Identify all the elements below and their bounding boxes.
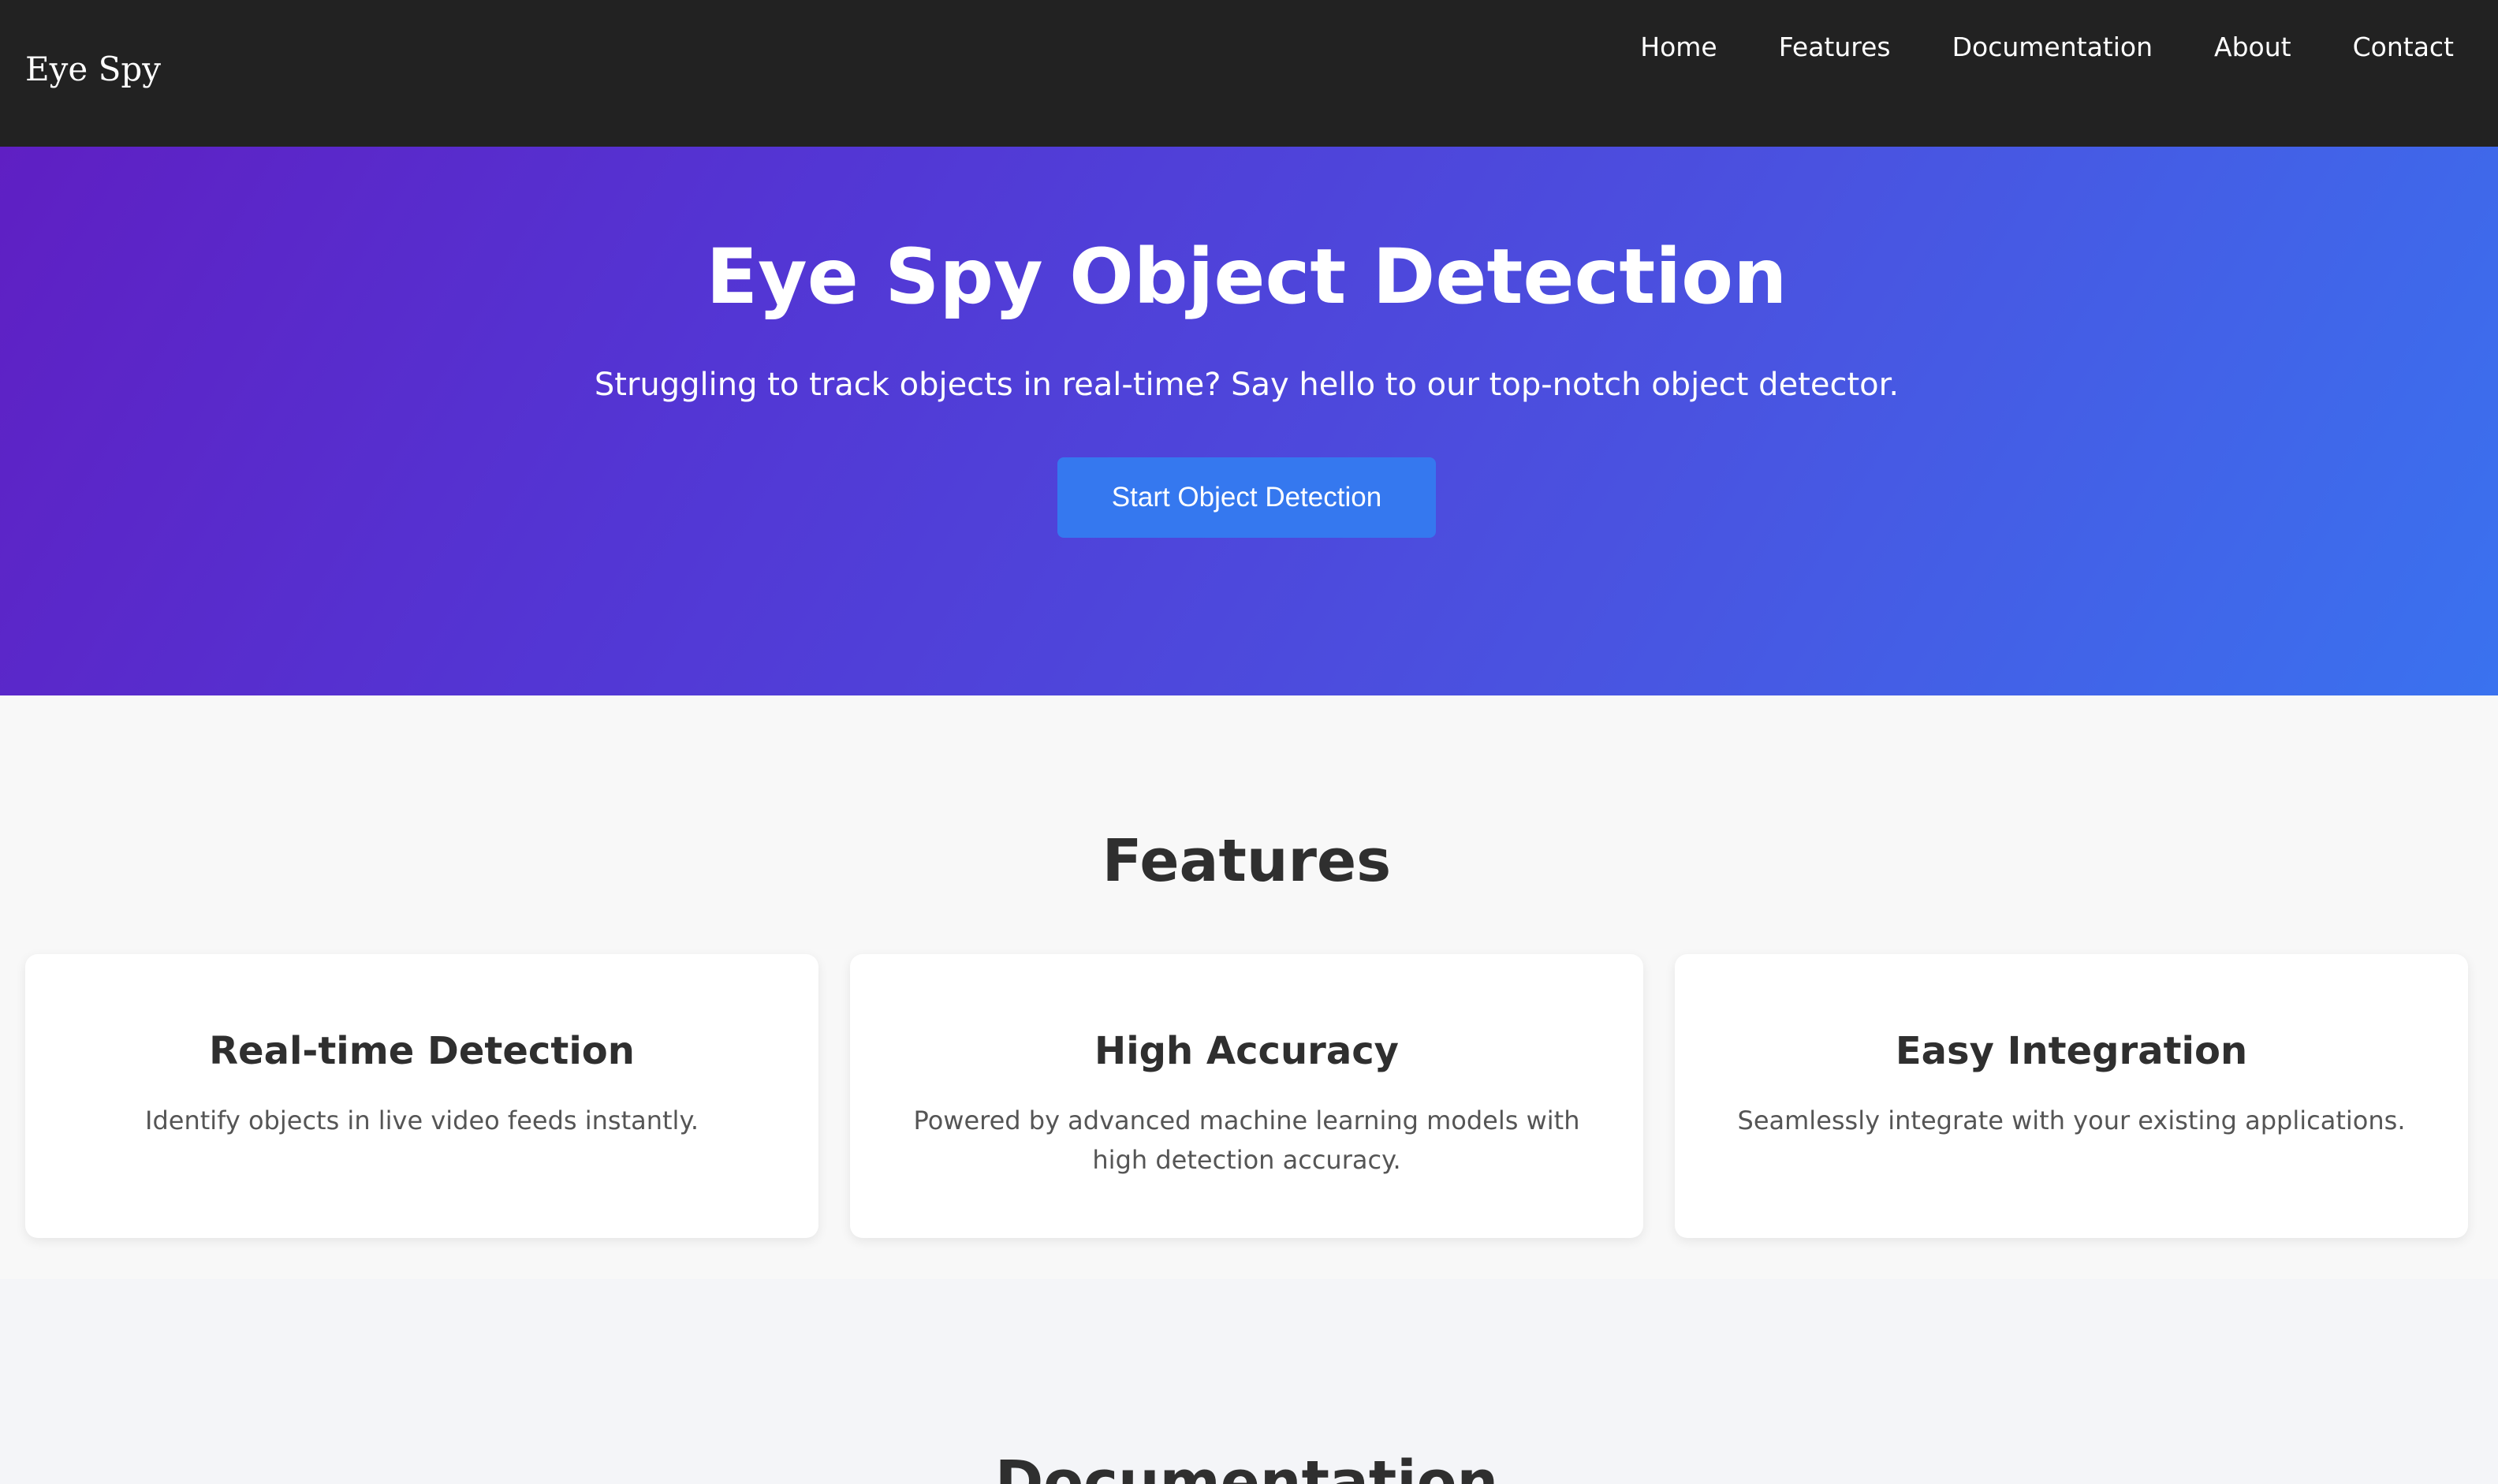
feature-card-realtime: Real-time Detection Identify objects in … — [25, 954, 818, 1238]
hero-title: Eye Spy Object Detection — [706, 233, 1788, 321]
nav-link-contact[interactable]: Contact — [2353, 25, 2454, 69]
feature-card-title: Real-time Detection — [209, 1029, 635, 1073]
nav-link-home[interactable]: Home — [1640, 25, 1717, 69]
nav-link-features[interactable]: Features — [1779, 25, 1891, 69]
feature-card-description: Identify objects in live video feeds ins… — [145, 1106, 699, 1135]
features-heading: Features — [1102, 827, 1392, 895]
start-detection-button[interactable]: Start Object Detection — [1057, 457, 1436, 538]
hero-section: Eye Spy Object Detection Struggling to t… — [0, 147, 2498, 695]
documentation-heading: Documentation — [994, 1449, 1499, 1484]
brand-logo[interactable]: Eye Spy — [25, 46, 161, 93]
hero-subtitle: Struggling to track objects in real-time… — [594, 367, 1900, 403]
nav-link-about[interactable]: About — [2214, 25, 2291, 69]
feature-card-title: High Accuracy — [1094, 1029, 1399, 1073]
nav-link-documentation[interactable]: Documentation — [1952, 25, 2153, 69]
documentation-section: Documentation — [0, 1279, 2498, 1484]
feature-card-accuracy: High Accuracy Powered by advanced machin… — [850, 954, 1643, 1238]
nav-links: Home Features Documentation About Contac… — [1640, 25, 2454, 69]
top-navbar: Eye Spy Home Features Documentation Abou… — [0, 0, 2498, 147]
feature-card-description: Powered by advanced machine learning mod… — [913, 1106, 1580, 1175]
feature-card-description: Seamlessly integrate with your existing … — [1737, 1106, 2406, 1135]
feature-card-integration: Easy Integration Seamlessly integrate wi… — [1675, 954, 2468, 1238]
features-section: Features Real-time Detection Identify ob… — [0, 695, 2498, 1279]
feature-card-title: Easy Integration — [1895, 1029, 2248, 1073]
